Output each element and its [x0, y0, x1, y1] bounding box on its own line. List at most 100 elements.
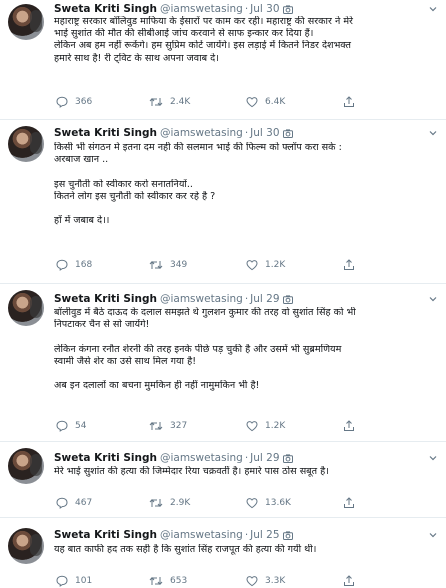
tweet-actions: 101 653 3.3K: [54, 574, 436, 588]
reply-button[interactable]: 101: [56, 574, 92, 588]
avatar[interactable]: [8, 4, 44, 40]
tweet-line: भाई सुशांत की मौत की सीबीआई जांच करवाने …: [54, 28, 314, 40]
retweet-icon: [149, 499, 163, 507]
like-button[interactable]: 1.2K: [246, 258, 285, 272]
author-handle[interactable]: @iamswetasing: [160, 127, 243, 139]
tweet-line: हाँ में जबाब दे।।: [54, 215, 110, 227]
reply-button[interactable]: 168: [56, 258, 92, 272]
separator: ·: [244, 127, 249, 139]
camera-icon: [282, 453, 293, 467]
author-name[interactable]: Sweta Kriti Singh: [54, 293, 157, 305]
tweet-header: Sweta Kriti Singh @iamswetasing · Jul 29: [54, 451, 438, 465]
tweet-line: हमारे साथ है! री ट्विट के साथ अपना जवाब …: [54, 52, 219, 64]
author-handle[interactable]: @iamswetasing: [160, 529, 243, 541]
retweet-count: 653: [170, 576, 188, 586]
avatar[interactable]: [8, 290, 44, 326]
tweet-header: Sweta Kriti Singh @iamswetasing · Jul 29: [54, 292, 438, 306]
separator: ·: [244, 3, 249, 15]
like-button[interactable]: 13.6K: [246, 496, 291, 510]
avatar[interactable]: [8, 126, 44, 162]
chevron-down-icon[interactable]: [428, 294, 438, 304]
author-name[interactable]: Sweta Kriti Singh: [54, 127, 157, 139]
tweet[interactable]: Sweta Kriti Singh @iamswetasing · Jul 29 बॉ…: [0, 284, 446, 442]
tweet-date[interactable]: Jul 25: [250, 529, 279, 541]
share-button[interactable]: [343, 419, 362, 433]
retweet-count: 2.4K: [170, 97, 191, 107]
tweet-date[interactable]: Jul 30: [250, 3, 279, 15]
retweet-button[interactable]: 653: [149, 574, 187, 588]
tweet-date[interactable]: Jul 30: [250, 127, 279, 139]
tweet-line: लेकिन कंगना रनौत शेरनी की तरह इनके पीछे …: [54, 343, 342, 355]
share-icon: [344, 259, 354, 270]
camera-icon: [282, 530, 293, 544]
like-icon: [246, 576, 258, 587]
chevron-down-icon[interactable]: [428, 4, 438, 14]
retweet-button[interactable]: 2.4K: [149, 95, 190, 109]
tweet-text: मेरे भाई सुशांत की हत्या की जिम्मेदार रि…: [54, 466, 436, 478]
tweet-line: बॉलीवुड में बैठे दाऊद के दलाल समझते थे ग…: [54, 307, 356, 318]
chevron-down-icon[interactable]: [428, 128, 438, 138]
avatar[interactable]: [8, 528, 44, 564]
tweet-header: Sweta Kriti Singh @iamswetasing · Jul 30: [54, 126, 438, 140]
author-name[interactable]: Sweta Kriti Singh: [54, 3, 157, 15]
tweet[interactable]: Sweta Kriti Singh @iamswetasing · Jul 30 कि…: [0, 120, 446, 284]
share-button[interactable]: [343, 574, 362, 588]
retweet-icon: [149, 261, 163, 269]
like-icon: [246, 498, 258, 509]
retweet-button[interactable]: 2.9K: [149, 496, 190, 510]
tweet-text: बॉलीवुड में बैठे दाऊद के दलाल समझते थे ग…: [54, 307, 436, 392]
tweet-line: यह बात काफी हद तक सही है कि सुशांत सिंह …: [54, 544, 317, 555]
reply-button[interactable]: 54: [56, 419, 86, 433]
tweet-line: कितने लोग इस चुनौती को स्वीकार कर रहे है…: [54, 190, 216, 202]
share-button[interactable]: [343, 496, 362, 510]
reply-count: 54: [75, 421, 87, 431]
share-icon: [344, 420, 354, 431]
tweet-header: Sweta Kriti Singh @iamswetasing · Jul 30: [54, 2, 438, 16]
retweet-button[interactable]: 327: [149, 419, 187, 433]
avatar[interactable]: [8, 448, 44, 484]
separator: ·: [244, 293, 249, 305]
tweet-line: लेकिन अब हम नहीं रूकेंगे। हम सुप्रिम कोर…: [54, 40, 351, 52]
retweet-count: 2.9K: [170, 498, 191, 508]
tweet-line: निपटाकर चैन से सो जायेंगे!: [54, 319, 150, 331]
tweet-date[interactable]: Jul 29: [250, 452, 279, 464]
share-icon: [344, 497, 354, 508]
retweet-icon: [149, 422, 163, 430]
like-count: 3.3K: [265, 576, 286, 586]
like-count: 13.6K: [265, 498, 291, 508]
camera-icon: [282, 294, 293, 308]
tweet-line: किसी भी संगठन मे इतना दम नही की सलमान भा…: [54, 142, 342, 153]
separator: ·: [244, 452, 249, 464]
author-handle[interactable]: @iamswetasing: [160, 452, 243, 464]
tweet-header: Sweta Kriti Singh @iamswetasing · Jul 25: [54, 528, 438, 542]
tweet[interactable]: Sweta Kriti Singh @iamswetasing · Jul 25 यह…: [0, 518, 446, 588]
tweet-actions: 366 2.4K 6.4K: [54, 95, 436, 109]
share-button[interactable]: [343, 95, 362, 109]
reply-count: 366: [75, 97, 93, 107]
tweet-line: इस चुनौती को स्वीकार करो सनातनियों..: [54, 178, 193, 190]
chevron-down-icon[interactable]: [428, 453, 438, 463]
reply-button[interactable]: 467: [56, 496, 92, 510]
tweet-feed: Sweta Kriti Singh @iamswetasing · Jul 30 मह…: [0, 0, 446, 588]
retweet-icon: [149, 577, 163, 585]
reply-button[interactable]: 366: [56, 95, 92, 109]
tweet-date[interactable]: Jul 29: [250, 293, 279, 305]
share-button[interactable]: [343, 258, 362, 272]
like-button[interactable]: 6.4K: [246, 95, 285, 109]
tweet-line: स्वामी जैसे शेर का उसे साथ मिल गया है!: [54, 355, 197, 367]
author-handle[interactable]: @iamswetasing: [160, 293, 243, 305]
author-handle[interactable]: @iamswetasing: [160, 3, 243, 15]
reply-count: 467: [75, 498, 93, 508]
chevron-down-icon[interactable]: [428, 530, 438, 540]
tweet[interactable]: Sweta Kriti Singh @iamswetasing · Jul 30 मह…: [0, 0, 446, 120]
share-icon: [344, 575, 354, 586]
retweet-button[interactable]: 349: [149, 258, 187, 272]
retweet-count: 349: [170, 260, 188, 270]
author-name[interactable]: Sweta Kriti Singh: [54, 529, 157, 541]
like-button[interactable]: 1.2K: [246, 419, 285, 433]
like-button[interactable]: 3.3K: [246, 574, 285, 588]
tweet[interactable]: Sweta Kriti Singh @iamswetasing · Jul 29 मे…: [0, 442, 446, 518]
reply-icon: [56, 259, 68, 271]
reply-count: 101: [75, 576, 93, 586]
author-name[interactable]: Sweta Kriti Singh: [54, 452, 157, 464]
